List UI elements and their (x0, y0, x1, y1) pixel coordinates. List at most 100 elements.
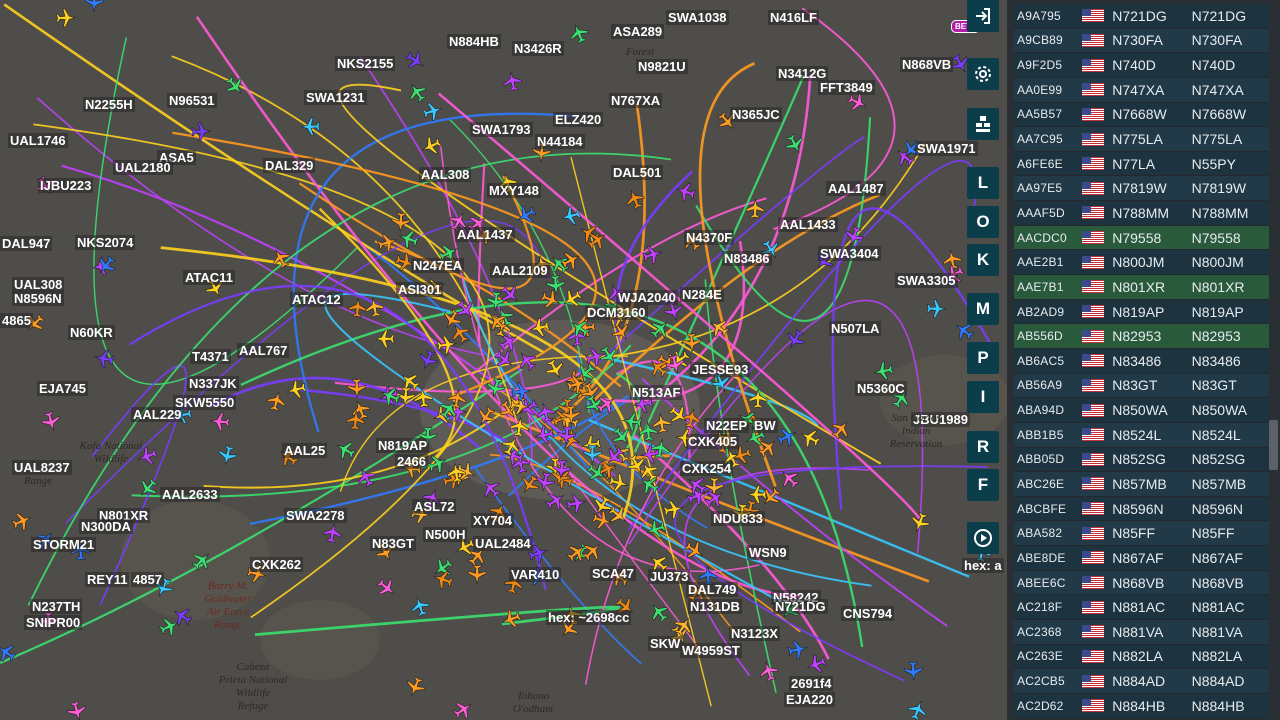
aircraft-label[interactable]: BW (752, 418, 778, 433)
flight-map[interactable]: N884HB N3426R ASA289 SWA1038 N416LF NKS2155 N9… (0, 0, 1007, 720)
aircraft-label[interactable]: N22EP (704, 418, 750, 433)
replay-button[interactable] (967, 522, 999, 554)
aircraft-row[interactable]: AC2CB5 N884AD N884AD (1014, 669, 1269, 694)
aircraft-label[interactable]: CXK262 (250, 557, 304, 572)
aircraft-label[interactable]: AAL229 (131, 407, 184, 422)
aircraft-label[interactable]: JESSE93 (690, 362, 751, 377)
aircraft-label[interactable]: UAL2484 (473, 536, 533, 551)
aircraft-label[interactable]: CNS794 (841, 606, 895, 621)
aircraft-label[interactable]: 4857 (131, 572, 164, 587)
aircraft-label[interactable]: SKW (648, 636, 683, 651)
aircraft-label[interactable]: DAL329 (263, 158, 316, 173)
aircraft-label[interactable]: DAL947 (0, 236, 53, 251)
aircraft-row[interactable]: AC218F N881AC N881AC (1014, 595, 1269, 621)
aircraft-label[interactable]: ATAC12 (290, 292, 343, 307)
aircraft-row[interactable]: AACDC0 N79558 N79558 (1014, 225, 1269, 251)
aircraft-row[interactable]: AA7C95 N775LA N775LA (1014, 127, 1269, 152)
aircraft-row[interactable]: AAE7B1 N801XR N801XR (1014, 275, 1269, 300)
aircraft-label[interactable]: AAL308 (419, 167, 472, 182)
aircraft-label[interactable]: N868VB (900, 57, 954, 72)
aircraft-label[interactable]: T4371 (190, 349, 231, 364)
aircraft-row[interactable]: AA97E5 N7819W N7819W (1014, 176, 1269, 202)
aircraft-label[interactable]: NKS2074 (75, 235, 136, 250)
aircraft-label[interactable]: SWA3404 (818, 246, 881, 261)
aircraft-label[interactable]: SNIPR00 (24, 615, 83, 630)
aircraft-label[interactable]: ASI301 (396, 282, 444, 297)
aircraft-row[interactable]: ABE8DE N867AF N867AF (1014, 546, 1269, 571)
aircraft-row[interactable]: AAAF5D N788MM N788MM (1014, 201, 1269, 226)
aircraft-label[interactable]: UAL8237 (12, 460, 72, 475)
aircraft-row[interactable]: AC263E N882LA N882LA (1014, 644, 1269, 670)
aircraft-label[interactable]: N247EA (411, 258, 465, 273)
aircraft-label[interactable]: REY11 (85, 572, 130, 587)
aircraft-label[interactable]: MXY148 (487, 183, 541, 198)
aircraft-label[interactable]: ATAC11 (183, 270, 235, 285)
aircraft-label[interactable]: N4370F (684, 230, 735, 245)
aircraft-label[interactable]: N83486 (722, 251, 772, 266)
aircraft-label[interactable]: N284E (680, 287, 724, 302)
filters-button[interactable] (967, 108, 999, 140)
aircraft-label[interactable]: N507LA (829, 321, 882, 336)
aircraft-label[interactable]: N2255H (83, 97, 135, 112)
aircraft-label[interactable]: SWA3305 (895, 273, 958, 288)
aircraft-label[interactable]: ASL72 (412, 499, 457, 514)
aircraft-label[interactable]: W4959ST (680, 643, 742, 658)
aircraft-row[interactable]: ABB05D N852SG N852SG (1014, 447, 1269, 473)
settings-button[interactable] (967, 58, 999, 90)
aircraft-label[interactable]: N9821U (636, 59, 688, 74)
aircraft-label[interactable]: SCA47 (590, 566, 636, 581)
aircraft-label[interactable]: N96531 (167, 93, 217, 108)
aircraft-label[interactable]: AAL767 (237, 343, 290, 358)
aircraft-row[interactable]: ABB1B5 N8524L N8524L (1014, 422, 1269, 448)
aircraft-label[interactable]: N500H (423, 527, 468, 542)
aircraft-label[interactable]: SWA1231 (304, 90, 367, 105)
aircraft-label[interactable]: N513AF (630, 385, 683, 400)
aircraft-label[interactable]: N3426R (512, 41, 564, 56)
aircraft-row[interactable]: AB2AD9 N819AP N819AP (1014, 299, 1269, 325)
aircraft-label[interactable]: NKS2155 (335, 56, 396, 71)
aircraft-label[interactable]: N131DB (688, 599, 742, 614)
p-button[interactable]: P (967, 342, 999, 374)
aircraft-label[interactable]: NDU833 (711, 511, 765, 526)
aircraft-label[interactable]: SWA1793 (470, 122, 533, 137)
aircraft-label[interactable]: WSN9 (747, 545, 789, 560)
aircraft-row[interactable]: ABEE6C N868VB N868VB (1014, 570, 1269, 596)
aircraft-label[interactable]: CXK254 (680, 461, 734, 476)
aircraft-row[interactable]: AA5B57 N7668W N7668W (1014, 102, 1269, 128)
aircraft-row[interactable]: AC2D62 N884HB N884HB (1014, 693, 1269, 719)
aircraft-label[interactable]: WJA2040 (616, 290, 678, 305)
aircraft-label[interactable]: AAL2109 (490, 263, 550, 278)
aircraft-row[interactable]: ABA94D N850WA N850WA (1014, 398, 1269, 423)
aircraft-row[interactable]: AC2368 N881VA N881VA (1014, 620, 1269, 645)
aircraft-label[interactable]: JU373 (648, 569, 691, 584)
aircraft-label[interactable]: N83GT (370, 536, 416, 551)
aircraft-row[interactable]: ABA582 N85FF N85FF (1014, 521, 1269, 547)
sidebar-scrollbar[interactable] (1269, 420, 1278, 470)
aircraft-row[interactable]: AAE2B1 N800JM N800JM (1014, 250, 1269, 276)
aircraft-label[interactable]: N237TH (30, 599, 83, 614)
aircraft-label[interactable]: 4865 (0, 313, 33, 328)
aircraft-label[interactable]: UAL308 (12, 277, 65, 292)
i-button[interactable]: I (967, 381, 999, 413)
aircraft-label[interactable]: SWA2278 (284, 508, 347, 523)
login-button[interactable] (967, 0, 999, 32)
aircraft-label[interactable]: hex: ~2698cc (546, 610, 632, 625)
r-button[interactable]: R (967, 431, 999, 463)
aircraft-label[interactable]: ELZ420 (553, 112, 604, 127)
aircraft-row[interactable]: AA0E99 N747XA N747XA (1014, 77, 1269, 103)
aircraft-label[interactable]: CXK405 (686, 434, 740, 449)
aircraft-label[interactable]: N819AP (376, 438, 430, 453)
aircraft-label[interactable]: XY704 (471, 513, 515, 528)
m-button[interactable]: M (967, 293, 999, 325)
aircraft-label[interactable]: N767XA (609, 93, 663, 108)
aircraft-label[interactable]: AAL2633 (160, 487, 220, 502)
aircraft-label[interactable]: STORM21 (31, 537, 97, 552)
o-button[interactable]: O (967, 206, 999, 238)
aircraft-label[interactable]: DCM3160 (585, 305, 648, 320)
aircraft-label[interactable]: 2466 (395, 454, 428, 469)
aircraft-row[interactable]: A9A795 N721DG N721DG (1014, 4, 1269, 29)
aircraft-label[interactable]: N300DA (79, 519, 133, 534)
f-button[interactable]: F (967, 469, 999, 501)
aircraft-label[interactable]: AAL1433 (778, 217, 838, 232)
aircraft-label[interactable]: EJA220 (784, 692, 835, 707)
